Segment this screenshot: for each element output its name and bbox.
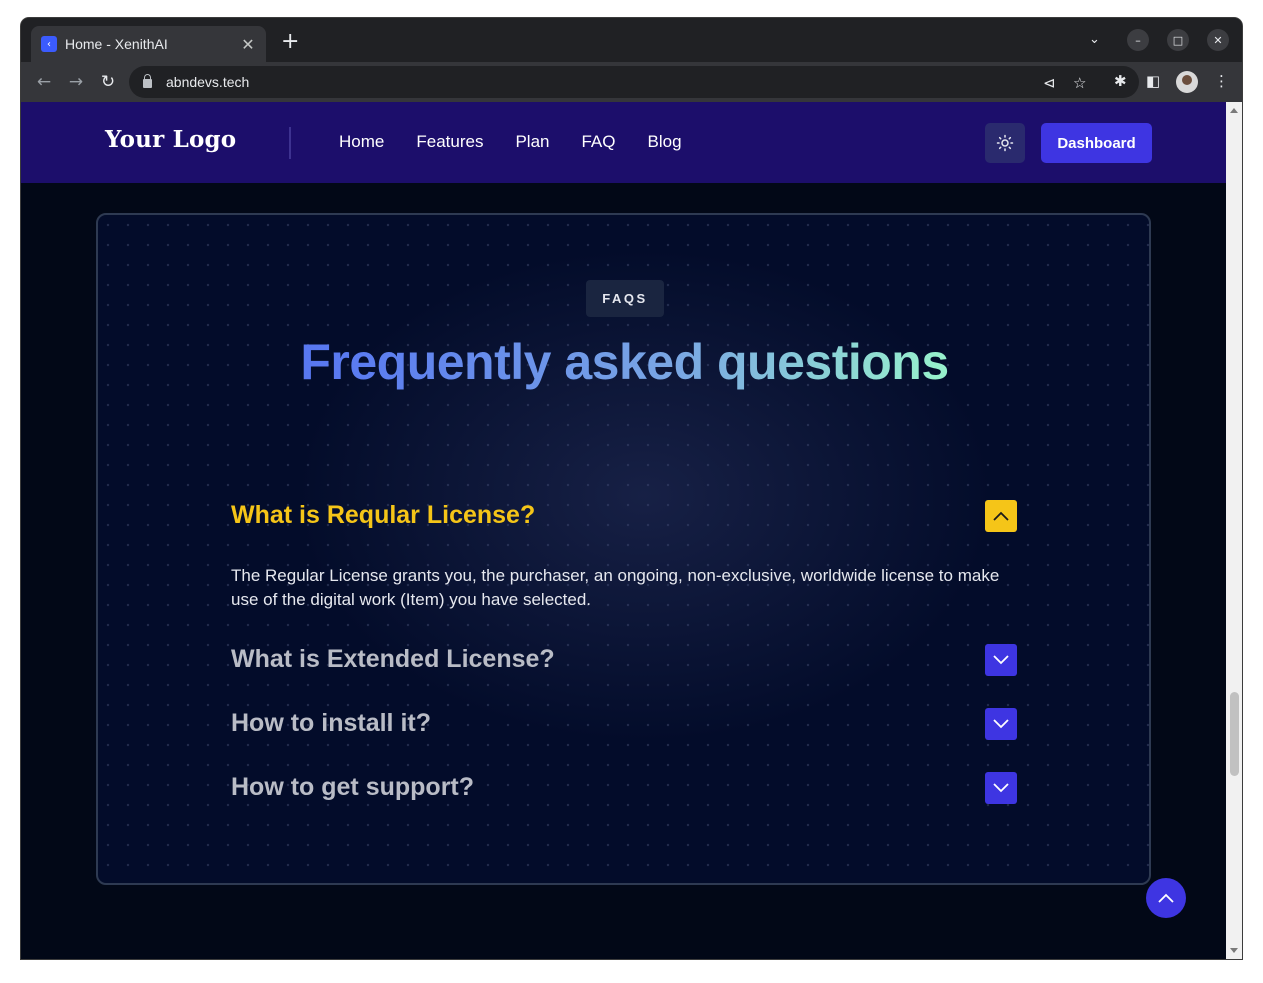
browser-toolbar: ← → ↻ abndevs.tech ⊲ ☆ ✱ ◧ ⋮	[21, 62, 1242, 102]
site-header: Your Logo Home Features Plan FAQ Blog Da…	[21, 102, 1226, 183]
url-text: abndevs.tech	[166, 74, 250, 90]
page-viewport: Your Logo Home Features Plan FAQ Blog Da…	[21, 102, 1226, 959]
share-icon[interactable]: ⊲	[1043, 74, 1056, 92]
close-window-button[interactable]: ✕	[1207, 29, 1229, 51]
faq-toggle-3[interactable]	[985, 708, 1017, 740]
scroll-down-arrow-icon[interactable]	[1230, 948, 1238, 953]
faq-toggle-2[interactable]	[985, 644, 1017, 676]
browser-window: ‹ Home - XenithAI ✕ + ⌄ – □ ✕ ← → ↻ abnd…	[21, 18, 1242, 959]
faq-toggle-4[interactable]	[985, 772, 1017, 804]
main-nav: Home Features Plan FAQ Blog	[339, 132, 682, 152]
scrollbar-thumb[interactable]	[1230, 692, 1239, 776]
lock-icon	[143, 74, 152, 88]
nav-link-home[interactable]: Home	[339, 132, 384, 152]
nav-link-features[interactable]: Features	[416, 132, 483, 152]
new-tab-button[interactable]: +	[281, 31, 299, 53]
tab-search-chevron-icon[interactable]: ⌄	[1089, 32, 1100, 47]
faq-question-3[interactable]: How to install it?	[231, 709, 431, 738]
reload-button[interactable]: ↻	[97, 72, 119, 92]
faq-toggle-1[interactable]	[985, 500, 1017, 532]
faq-section: FAQS Frequently asked questions What is …	[96, 213, 1151, 885]
faq-question-4[interactable]: How to get support?	[231, 773, 474, 802]
close-tab-icon[interactable]: ✕	[240, 35, 256, 54]
chevron-up-icon	[993, 511, 1009, 521]
nav-link-plan[interactable]: Plan	[515, 132, 549, 152]
page-scrollbar[interactable]	[1226, 102, 1242, 959]
faq-question-1[interactable]: What is Reqular License?	[231, 501, 535, 530]
bookmark-star-icon[interactable]: ☆	[1073, 74, 1086, 92]
theme-toggle-button[interactable]	[985, 123, 1025, 163]
scroll-to-top-button[interactable]	[1146, 878, 1186, 918]
extensions-icon[interactable]: ✱	[1114, 72, 1127, 90]
tab-strip: ‹ Home - XenithAI ✕ + ⌄ – □ ✕	[21, 18, 1242, 62]
side-panel-icon[interactable]: ◧	[1146, 72, 1160, 90]
header-divider	[289, 127, 291, 159]
faq-answer-1: The Regular License grants you, the purc…	[231, 566, 1000, 609]
chevron-up-icon	[1158, 893, 1174, 903]
menu-kebab-icon[interactable]: ⋮	[1214, 72, 1229, 90]
sun-icon	[996, 134, 1014, 152]
scroll-up-arrow-icon[interactable]	[1230, 108, 1238, 113]
minimize-button[interactable]: –	[1127, 29, 1149, 51]
maximize-button[interactable]: □	[1167, 29, 1189, 51]
nav-link-faq[interactable]: FAQ	[581, 132, 615, 152]
site-favicon-icon: ‹	[41, 36, 57, 52]
nav-link-blog[interactable]: Blog	[648, 132, 682, 152]
faq-heading: Frequently asked questions	[98, 333, 1149, 391]
dashboard-button[interactable]: Dashboard	[1041, 123, 1152, 163]
faq-badge: FAQS	[586, 280, 664, 317]
profile-avatar[interactable]	[1176, 71, 1198, 93]
faq-question-2[interactable]: What is Extended License?	[231, 645, 555, 674]
chevron-down-icon	[993, 719, 1009, 729]
back-button[interactable]: ←	[33, 72, 55, 92]
tab-title: Home - XenithAI	[65, 36, 168, 52]
chevron-down-icon	[993, 783, 1009, 793]
chevron-down-icon	[993, 655, 1009, 665]
tab-active[interactable]: ‹ Home - XenithAI ✕	[31, 26, 266, 62]
site-logo[interactable]: Your Logo	[105, 126, 236, 153]
forward-button[interactable]: →	[65, 72, 87, 92]
address-bar[interactable]: abndevs.tech ⊲ ☆	[129, 66, 1139, 98]
